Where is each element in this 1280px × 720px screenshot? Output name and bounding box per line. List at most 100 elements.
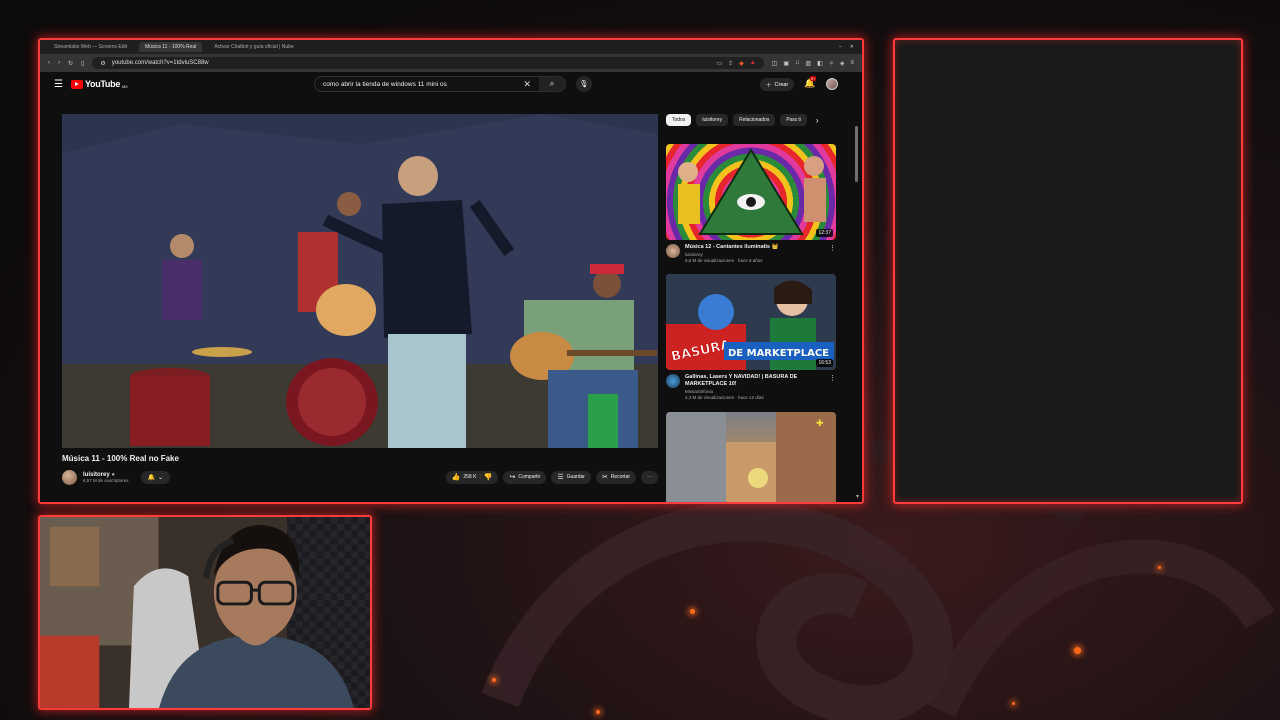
video-thumbnail[interactable]: 12:37 [666,144,836,240]
thumbnail-art: ✚ [666,412,836,502]
video-actions: 👍 258 K | 👎 ↪ Compartir ☰ Guardar ✂ Reco… [445,470,658,484]
like-button[interactable]: 👍 258 K | 👎 [445,470,499,484]
more-vertical-icon[interactable]: ⋮ [829,374,836,400]
close-icon[interactable]: ✕ [850,44,854,50]
thumbs-up-icon: 👍 [451,474,461,481]
music-icon[interactable]: ♫ [795,60,800,67]
ember-particle [596,710,600,714]
browser-tab-active[interactable]: Música 11 - 100% Real [139,42,203,52]
subscriber-count: 6,57 M de suscriptores [83,477,129,483]
ember-particle [690,609,695,614]
recommendation-title[interactable]: Música 12 - Cantantes iluminatis 👑 [685,244,778,251]
thumbnail-overlay-text: DE MARKETPLACE [728,348,829,359]
brave-rewards-icon[interactable]: ▲ [750,60,756,66]
youtube-logo[interactable]: YouTube MX [70,79,128,89]
extension-icon[interactable]: ◫ [772,60,778,67]
recommendation-item[interactable]: ✚ [666,412,836,502]
reader-icon[interactable]: ▥ [805,60,811,67]
minimize-icon[interactable]: – [839,44,842,50]
ember-particle [1074,647,1081,654]
cast-icon[interactable]: ▭ [716,60,722,67]
share-arrow-icon: ↪ [509,474,516,481]
scroll-down-icon[interactable]: ▾ [856,493,859,500]
clip-button[interactable]: ✂ Recortar [595,470,636,484]
search-input[interactable]: como abrir la tienda de windows 11 mini … [314,76,566,92]
page-scrollbar[interactable] [855,126,858,182]
like-count: 258 K [463,474,477,480]
chip-channel[interactable]: luisitorey [696,114,729,126]
share-icon[interactable]: ⇪ [728,60,733,67]
extensions-toolbar: ◫ ▣ ♫ ▥ ◧ ✧ ◈ ≡ [772,60,854,67]
sidebar-icon[interactable]: ◧ [817,60,823,67]
bell-icon: 🔔 [147,474,156,481]
reload-icon[interactable]: ↻ [68,60,73,67]
site-info-icon[interactable]: ⚙ [100,60,105,67]
search-query: como abrir la tienda de windows 11 mini … [323,80,447,88]
thumbs-down-icon[interactable]: 👎 [484,473,493,481]
account-avatar[interactable] [826,78,838,90]
clip-label: Recortar [610,474,630,480]
ember-particle [1012,702,1015,705]
recommendation-title[interactable]: Gallinas, Lasers Y NAVIDAD! | BASURA DE … [685,374,824,388]
create-button[interactable]: ＋ Crear [760,78,795,91]
video-thumbnail[interactable]: BASURA DE MARKETPLACE 16:53 [666,274,836,370]
hamburger-menu-icon[interactable]: ☰ [54,79,63,90]
share-button[interactable]: ↪ Compartir [503,470,547,484]
chip-related[interactable]: Relacionados [733,114,776,126]
youtube-page: ☰ YouTube MX como abrir la tienda de win… [40,72,862,502]
brave-shield-icon[interactable]: ◆ [739,60,744,67]
save-button[interactable]: ☰ Guardar [551,470,591,484]
scissors-icon: ✂ [601,474,608,481]
chevron-right-icon[interactable]: › [816,116,819,125]
browser-capture-frame: Streamlabs Web — Screens Edit Música 11 … [38,38,864,504]
window-controls: – ✕ [839,44,854,50]
thumbnail-art: BASURA DE MARKETPLACE [666,274,836,370]
verified-icon: ● [111,471,115,478]
wallet-icon[interactable]: ◈ [840,60,845,67]
video-thumbnail[interactable]: ✚ [666,412,836,502]
more-vertical-icon[interactable]: ⋮ [829,244,836,263]
forward-icon[interactable]: › [58,60,60,66]
bookmark-icon[interactable]: ▯ [81,60,84,67]
extension-icon[interactable]: ✧ [829,60,834,67]
ember-particle [1158,566,1161,569]
chip-all[interactable]: Todos [666,114,692,126]
recommendation-text: Gallinas, Lasers Y NAVIDAD! | BASURA DE … [685,374,824,400]
browser-tab[interactable]: Activar Chatbot y guía oficial | Nube [208,42,299,52]
webcam-frame [38,515,372,710]
menu-icon[interactable]: ≡ [850,60,854,67]
video-player[interactable] [62,114,658,448]
search-button[interactable]: ⌕ [539,77,565,91]
browser-tab-bar: Streamlabs Web — Screens Edit Música 11 … [40,40,862,54]
chip-for-you[interactable]: Para ti [780,114,807,126]
recommendation-filter-chips: Todos luisitorey Relacionados Para ti › [666,114,819,126]
recommendation-channel[interactable]: luisitorey [685,252,778,257]
recommendation-item[interactable]: 12:37 Música 12 - Cantantes iluminatis 👑… [666,144,836,263]
channel-avatar[interactable] [62,469,77,485]
crosshair-icon: ✚ [816,419,824,429]
recommendation-stats: 4,3 M de visualizaciones · hace 12 días [685,395,764,400]
back-icon[interactable]: ‹ [48,60,50,66]
extension-icon[interactable]: ▣ [783,60,789,67]
plus-icon: ＋ [766,82,772,89]
microphone-icon: 🎙 [579,81,589,88]
url-input[interactable]: ⚙ youtube.com/watch?v=1tdviuSC88w ▭ ⇪ ◆ … [92,57,764,69]
voice-search-button[interactable]: 🎙 [576,76,592,92]
channel-avatar[interactable] [666,244,680,258]
clear-search-icon[interactable]: ✕ [523,79,531,90]
recommendation-item[interactable]: BASURA DE MARKETPLACE 16:53 Gallinas, La… [666,274,836,400]
browser-tab[interactable]: Streamlabs Web — Screens Edit [48,42,133,52]
create-label: Crear [774,81,789,88]
recommendation-meta: Música 12 - Cantantes iluminatis 👑 luisi… [666,244,836,263]
more-actions-button[interactable]: ⋯ [641,470,658,484]
recommendation-channel[interactable]: MissaSinfonia [685,389,824,394]
video-frame [62,114,658,448]
subscription-bell-button[interactable]: 🔔 ⌄ [140,470,171,484]
channel-avatar[interactable] [666,374,680,388]
video-duration: 16:53 [816,359,833,367]
recommendation-text: Música 12 - Cantantes iluminatis 👑 luisi… [685,244,778,263]
ember-particle [492,678,496,682]
chevron-down-icon: ⌄ [158,474,164,481]
save-label: Guardar [566,474,585,480]
recommendation-meta: Gallinas, Lasers Y NAVIDAD! | BASURA DE … [666,374,836,400]
